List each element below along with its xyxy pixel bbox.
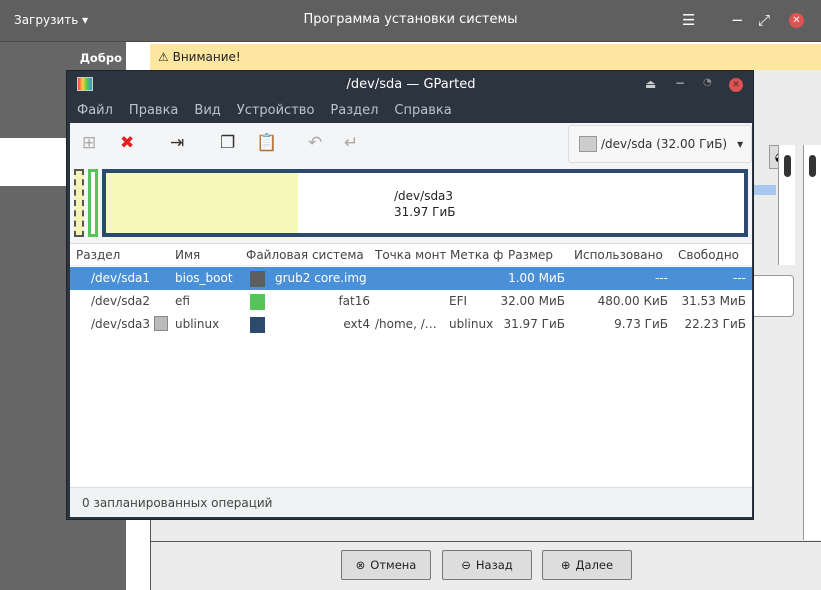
undo-icon[interactable]: ↶: [308, 133, 322, 153]
device-selector[interactable]: /dev/sda (32.00 ГиБ) ▾: [568, 125, 752, 163]
close-icon[interactable]: ✕: [729, 78, 743, 92]
restore-icon[interactable]: ◔: [703, 77, 712, 88]
disk-map: /dev/sda3 31.97 ГиБ: [70, 167, 752, 243]
hamburger-menu-icon[interactable]: ☰: [682, 11, 695, 29]
close-icon[interactable]: ✕: [789, 13, 804, 28]
menu-file[interactable]: Файл: [77, 103, 113, 119]
resize-move-icon[interactable]: ⇥: [170, 133, 184, 153]
next-label: Далее: [575, 558, 614, 572]
eject-icon[interactable]: ⏏: [645, 77, 656, 91]
fs-color-swatch: [250, 294, 265, 310]
col-used[interactable]: Использовано: [574, 248, 663, 262]
gparted-window: /dev/sda — GParted ⏏ − ◔ ✕ Файл Правка В…: [66, 70, 754, 520]
cell-filesystem: grub2 core.img: [275, 271, 367, 285]
menu-help[interactable]: Справка: [394, 103, 451, 119]
cell-name: ublinux: [175, 317, 220, 331]
fs-color-swatch: [250, 271, 265, 287]
sidebar-item-welcome[interactable]: Добро: [0, 51, 126, 65]
menu-bar: Файл Правка Вид Устройство Раздел Справк…: [67, 99, 755, 123]
col-mountpoint[interactable]: Точка монт: [375, 248, 447, 262]
disk-segment-sda1[interactable]: [74, 169, 84, 237]
cancel-label: Отмена: [370, 558, 417, 572]
new-partition-icon[interactable]: ⊞: [82, 133, 96, 153]
harddisk-icon: [579, 136, 597, 152]
cell-label: ublinux: [449, 317, 494, 331]
paste-icon[interactable]: 📋: [256, 133, 277, 153]
cell-free: 22.23 ГиБ: [684, 317, 746, 331]
cell-size: 32.00 МиБ: [500, 294, 565, 308]
main-scrollbar[interactable]: [803, 145, 821, 540]
lock-icon: [154, 316, 168, 331]
cell-partition: /dev/sda1: [91, 271, 151, 285]
copy-icon[interactable]: ❐: [220, 133, 235, 153]
cell-partition: /dev/sda3: [91, 317, 151, 331]
toolbar: ⊞ ✖ ⇥ ❐ 📋 ↶ ↵ /dev/sda (32.00 ГиБ) ▾: [70, 123, 752, 167]
cell-free: ---: [733, 271, 746, 285]
button-bar: ⊗ Отмена ⊖ Назад ⊕ Далее: [150, 542, 821, 590]
back-button[interactable]: ⊖ Назад: [442, 550, 532, 580]
partition-table: Раздел Имя Файловая система Точка монт М…: [70, 243, 752, 487]
minimize-icon[interactable]: −: [675, 76, 685, 90]
cell-size: 1.00 МиБ: [508, 271, 565, 285]
menu-partition[interactable]: Раздел: [330, 103, 378, 119]
table-row[interactable]: /dev/sda2 efi fat16 EFI 32.00 МиБ 480.00 КиБ 3…: [70, 290, 752, 313]
segment-name: /dev/sda3: [394, 189, 454, 203]
menu-device[interactable]: Устройство: [237, 103, 315, 119]
col-partition[interactable]: Раздел: [76, 248, 120, 262]
maximize-icon[interactable]: ⤢: [758, 11, 770, 29]
fs-color-swatch: [250, 317, 265, 333]
col-label[interactable]: Метка ф: [450, 248, 504, 262]
cell-partition: /dev/sda2: [91, 294, 151, 308]
apply-icon[interactable]: ↵: [344, 133, 358, 153]
cancel-icon: ⊗: [355, 558, 366, 572]
cancel-button[interactable]: ⊗ Отмена: [341, 550, 431, 580]
col-size[interactable]: Размер: [508, 248, 553, 262]
cell-label: EFI: [449, 294, 468, 308]
cell-free: 31.53 МиБ: [681, 294, 746, 308]
device-label: /dev/sda (32.00 ГиБ): [601, 137, 728, 151]
cell-used: 9.73 ГиБ: [614, 317, 668, 331]
disk-segment-sda3[interactable]: /dev/sda3 31.97 ГиБ: [102, 169, 748, 237]
scrollbar[interactable]: [778, 145, 795, 265]
menu-view[interactable]: Вид: [194, 103, 220, 119]
table-row[interactable]: /dev/sda1 bios_boot grub2 core.img 1.00 МиБ…: [70, 267, 752, 290]
cell-name: bios_boot: [175, 271, 233, 285]
minimize-icon[interactable]: −: [731, 11, 744, 29]
window-title: Программа установки системы: [303, 12, 518, 27]
col-free[interactable]: Свободно: [678, 248, 739, 262]
caret-down-icon: ▾: [737, 137, 744, 151]
cell-name: efi: [175, 294, 190, 308]
menu-edit[interactable]: Правка: [129, 103, 178, 119]
arrow-right-icon: ⊕: [560, 558, 571, 572]
col-name[interactable]: Имя: [175, 248, 200, 262]
delete-icon[interactable]: ✖: [120, 133, 134, 153]
status-bar: 0 запланированных операций: [70, 487, 752, 517]
arrow-left-icon: ⊖: [461, 558, 471, 572]
segment-size: 31.97 ГиБ: [394, 205, 456, 219]
cell-filesystem: ext4: [343, 317, 370, 331]
cell-filesystem: fat16: [338, 294, 370, 308]
used-space-fill: [106, 173, 298, 233]
table-row[interactable]: /dev/sda3 ublinux ext4/home, /… ublinux 31.9…: [70, 313, 752, 336]
cell-mountpoint: /home, /…: [375, 317, 437, 331]
col-filesystem[interactable]: Файловая система: [246, 248, 364, 262]
warning-text: Внимание!: [172, 50, 241, 64]
disk-segment-sda2[interactable]: [88, 169, 98, 237]
warning-icon: ⚠: [158, 50, 169, 64]
cell-used: ---: [655, 271, 668, 285]
table-header: Раздел Имя Файловая система Точка монт М…: [70, 244, 752, 266]
next-button[interactable]: ⊕ Далее: [542, 550, 632, 580]
installer-header: Загрузить ▾ Программа установки системы …: [0, 0, 821, 42]
back-label: Назад: [475, 558, 513, 572]
warning-bar: ⚠ Внимание!: [150, 44, 821, 71]
cell-size: 31.97 ГиБ: [503, 317, 565, 331]
cell-used: 480.00 КиБ: [597, 294, 668, 308]
